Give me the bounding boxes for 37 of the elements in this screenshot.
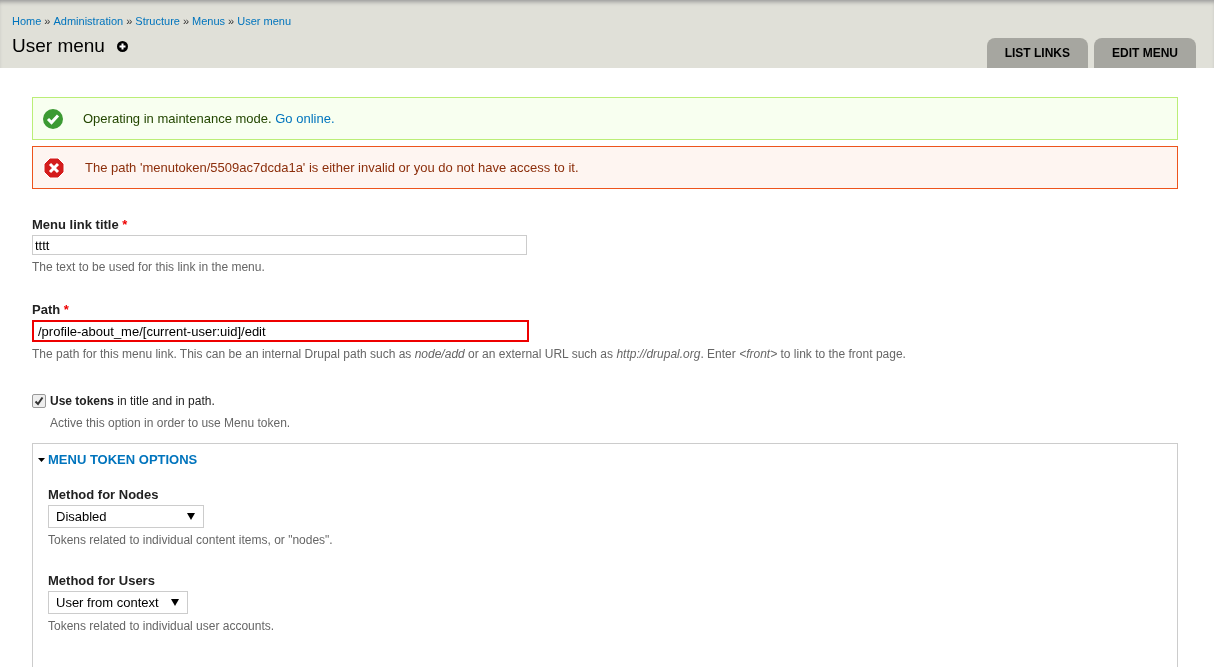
field-label: Method for Nodes: [48, 487, 160, 502]
breadcrumb-separator: »: [44, 15, 51, 27]
field-description: Tokens related to individual content items, or "nodes".: [48, 533, 334, 547]
checkbox-label: Use tokens in title and in path.: [50, 394, 215, 408]
checkmark-icon: [43, 108, 63, 129]
field-label: Method for Users: [48, 573, 156, 588]
message-text: Operating in maintenance mode. Go online.: [83, 111, 335, 126]
breadcrumb-link[interactable]: Administration: [53, 15, 124, 27]
breadcrumb-link[interactable]: Menus: [192, 15, 226, 27]
field-description: The text to be used for this link in the menu.: [32, 260, 266, 274]
add-shortcut-icon[interactable]: [116, 40, 128, 52]
field-label: Menu link title *: [32, 217, 129, 232]
select-dropdown[interactable]: User from context: [48, 591, 188, 614]
message-text: The path 'menutoken/5509ac7dcda1a' is either invalid or you do not have access to it.: [85, 160, 579, 175]
go-online-link[interactable]: Go online.: [275, 111, 335, 126]
checkbox-description: Active this option in order to use Menu token.: [50, 416, 292, 430]
text-field[interactable]: /profile-about_me/[current-user:uid]/edit: [32, 320, 529, 342]
fieldset-toggle[interactable]: MENU TOKEN OPTIONS: [37, 452, 198, 467]
field-description: The path for this menu link. This can be an internal Drupal path such as node/add or an external URL such as http://drupal.org. Enter <front> to link to the front page.: [32, 347, 907, 361]
breadcrumb-separator: »: [228, 15, 235, 27]
dropdown-arrow-icon: [170, 599, 179, 606]
caret-down-icon: [37, 455, 46, 464]
field-label: Path *: [32, 302, 70, 317]
breadcrumb-link[interactable]: User menu: [237, 15, 291, 27]
tab[interactable]: LIST LINKS: [986, 38, 1088, 68]
checkbox[interactable]: [32, 394, 46, 408]
tab[interactable]: EDIT MENU: [1094, 38, 1196, 68]
breadcrumb-link[interactable]: Structure: [135, 15, 180, 27]
breadcrumb-separator: »: [126, 15, 133, 27]
text-field[interactable]: tttt: [32, 235, 527, 255]
error-icon: [43, 156, 65, 179]
breadcrumb-link[interactable]: Home: [12, 15, 42, 27]
select-dropdown[interactable]: Disabled: [48, 505, 204, 528]
page-title: User menu: [12, 35, 105, 57]
dropdown-arrow-icon: [187, 513, 195, 520]
breadcrumb-separator: »: [182, 15, 190, 27]
field-description: Tokens related to individual user accounts.: [48, 619, 276, 633]
